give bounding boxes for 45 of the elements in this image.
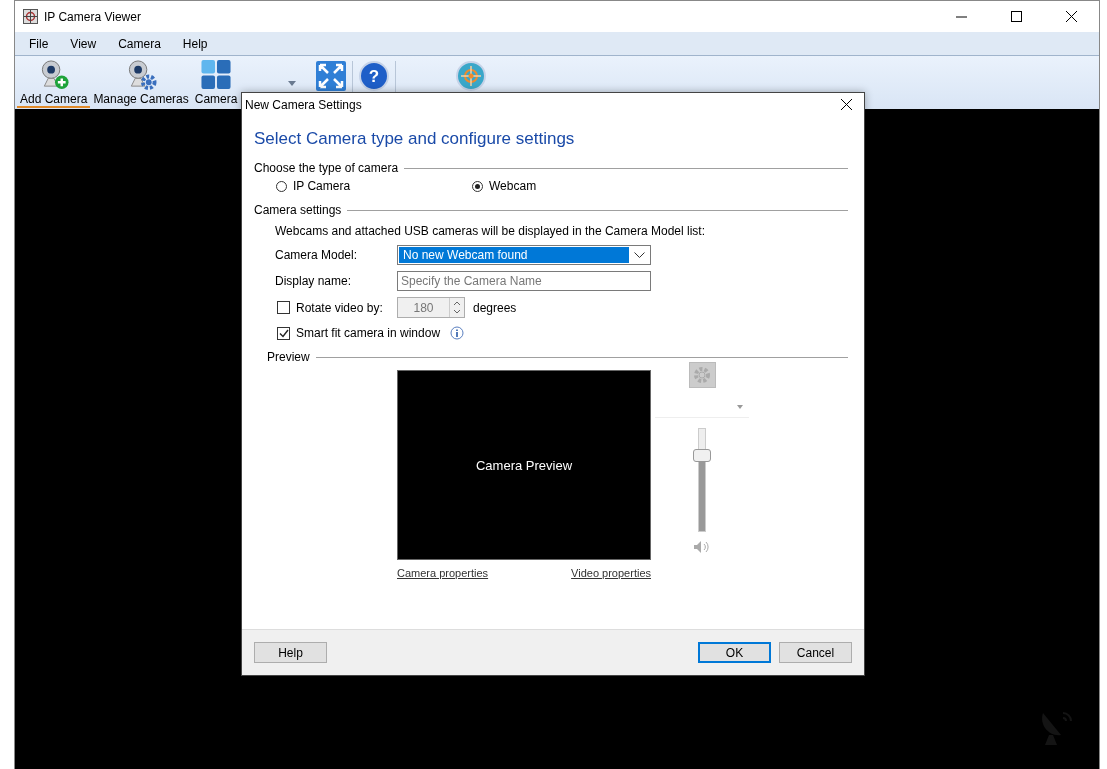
- dialog-title: New Camera Settings: [245, 97, 363, 112]
- field-label: Camera Model:: [275, 248, 359, 262]
- menu-item[interactable]: Help: [174, 36, 216, 51]
- checkbox[interactable]: [277, 301, 290, 314]
- caret-icon: [737, 404, 743, 409]
- display-name-field[interactable]: Specify the Camera Name: [397, 271, 651, 291]
- link[interactable]: Camera properties: [397, 567, 489, 579]
- dialog-button[interactable]: Help: [254, 642, 327, 663]
- maximize-icon[interactable]: [1011, 11, 1022, 22]
- unit-label: degrees: [473, 300, 517, 315]
- help-icon: ?: [359, 61, 390, 91]
- toolbar-button[interactable]: Manage Cameras: [90, 56, 192, 108]
- field-label: Display name:: [275, 274, 353, 288]
- checkbox-label: Smart fit camera in window: [296, 326, 441, 340]
- preview-text: Camera Preview: [475, 457, 573, 473]
- checkbox[interactable]: [277, 326, 290, 340]
- menu-item[interactable]: Camera: [110, 36, 169, 51]
- crosshair-icon: [456, 61, 487, 91]
- caret-icon: [288, 80, 297, 86]
- dialog-button[interactable]: OK: [698, 642, 771, 663]
- menu-item[interactable]: View: [62, 36, 105, 51]
- dialog-button[interactable]: Cancel: [779, 642, 852, 663]
- group-label: Camera settings: [254, 203, 342, 217]
- volume-slider[interactable]: [693, 428, 711, 532]
- close-icon[interactable]: [1066, 11, 1077, 22]
- radio-button[interactable]: Webcam: [472, 179, 668, 193]
- link[interactable]: Video properties: [571, 567, 651, 579]
- info-text: Webcams and attached USB cameras will be displayed in the Camera Model list:: [275, 224, 706, 238]
- checkbox-label: Rotate video by:: [296, 300, 383, 315]
- menu-item[interactable]: File: [21, 36, 57, 51]
- camera-model-dropdown[interactable]: No new Webcam found: [397, 245, 651, 265]
- toolbar-button[interactable]: Camera: [191, 56, 241, 108]
- grid-layout-icon: [200, 59, 233, 90]
- group-label: Choose the type of camera: [254, 161, 399, 175]
- window-title: IP Camera Viewer: [44, 9, 142, 24]
- caret-icon: [633, 252, 645, 258]
- rotation-spinbox[interactable]: 180: [397, 297, 465, 318]
- app-icon: [23, 9, 38, 24]
- close-icon[interactable]: [840, 99, 852, 110]
- radio-button[interactable]: IP Camera: [276, 179, 472, 193]
- group-label: Preview: [267, 350, 310, 364]
- gear-icon: [692, 365, 712, 385]
- info-icon: [450, 326, 465, 340]
- speaker-icon: [693, 540, 711, 554]
- dialog-heading: Select Camera type and configure settings: [254, 129, 576, 149]
